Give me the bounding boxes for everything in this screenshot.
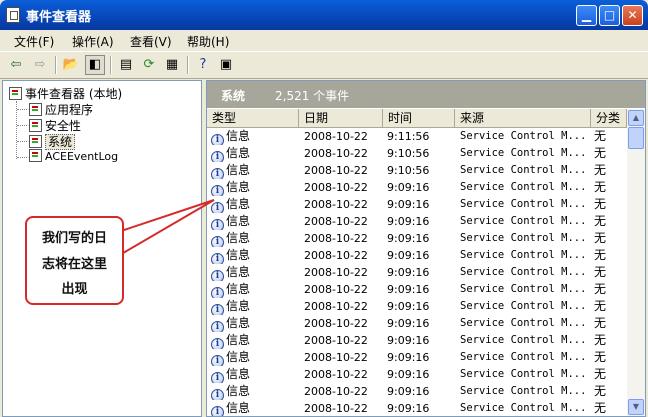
callout-line-2: 志将在这里 (41, 257, 107, 272)
callout-annotation: 我们写的日 志将在这里 出现 (25, 216, 124, 305)
callout-line-3: 出现 (61, 282, 88, 297)
callout-line-1: 我们写的日 (41, 231, 107, 246)
callout-pointer (117, 199, 215, 258)
callout-pointer-shape (117, 199, 215, 258)
